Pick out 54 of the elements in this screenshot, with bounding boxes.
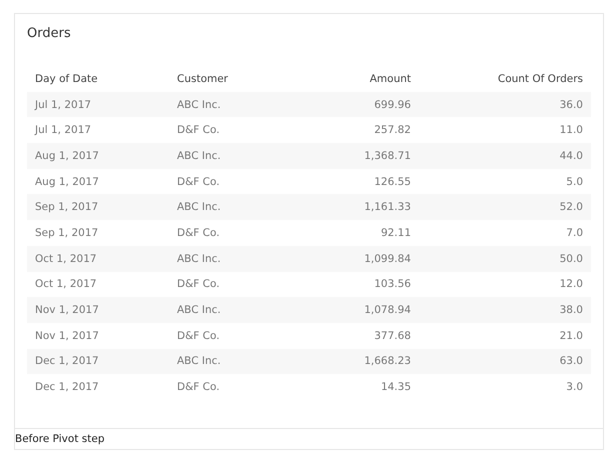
table-cell: 1,668.23 [319,348,419,374]
card-title: Orders [27,26,72,43]
table-cell: 63.0 [419,348,591,374]
table-cell: Oct 1, 2017 [27,246,169,272]
table-cell-text: 257.82 [373,123,412,138]
column-header: Day of Date [34,72,99,87]
table-cell: ABC Inc. [169,348,319,374]
table-cell: Dec 1, 2017 [27,348,169,374]
table-cell: ABC Inc. [169,143,319,169]
table-cell-text: D&F Co. [176,174,221,190]
table-cell-text: 92.11 [380,226,412,241]
table-cell-text: 103.56 [373,277,412,292]
caption: Before Pivot step [15,432,106,447]
table-cell: Aug 1, 2017 [27,143,169,169]
table-cell: 699.96 [319,92,419,118]
table-cell-text: D&F Co. [176,226,221,241]
column-header: Amount [368,72,412,87]
table-cell-text: Jul 1, 2017 [34,123,92,138]
table-cell: 1,368.71 [319,143,419,169]
table-cell-text: 7.0 [565,226,584,241]
table-cell-text: Dec 1, 2017 [34,380,100,396]
table-cell-text: 126.55 [373,174,412,190]
table-cell: Jul 1, 2017 [27,92,169,118]
table-cell-text: 377.68 [373,328,412,344]
table-cell-text: Oct 1, 2017 [34,277,98,292]
table-cell: 52.0 [419,194,591,220]
table-cell: 38.0 [419,297,591,323]
table-cell-text: 12.0 [558,277,584,292]
table-cell: ABC Inc. [169,246,319,272]
table-cell-text: Nov 1, 2017 [34,328,100,344]
table-cell-text: 11.0 [558,123,584,138]
table-cell-text: 3.0 [565,380,584,396]
table-cell: 1,099.84 [319,246,419,272]
table-cell-text: Aug 1, 2017 [34,174,100,190]
table-cell: ABC Inc. [169,92,319,118]
table-cell: ABC Inc. [169,194,319,220]
table-cell-text: 14.35 [380,380,412,396]
table-cell: 44.0 [419,143,591,169]
table-cell: 50.0 [419,246,591,272]
table-cell-text: D&F Co. [176,123,221,138]
table-cell: Sep 1, 2017 [27,194,169,220]
table-cell: Nov 1, 2017 [27,297,169,323]
table-cell-text: D&F Co. [176,328,221,344]
table-cell: 1,078.94 [319,297,419,323]
table-cell-text: 21.0 [558,328,584,344]
column-header: Customer [176,72,230,87]
table-cell-text: D&F Co. [176,277,221,292]
table-cell-text: Sep 1, 2017 [34,226,100,241]
table-cell: 1,161.33 [319,194,419,220]
table-cell: 36.0 [419,92,591,118]
table-cell-text: D&F Co. [176,380,221,396]
column-header: Count Of Orders [496,72,584,87]
table-cell: ABC Inc. [169,297,319,323]
table-cell-text: 5.0 [565,174,584,190]
